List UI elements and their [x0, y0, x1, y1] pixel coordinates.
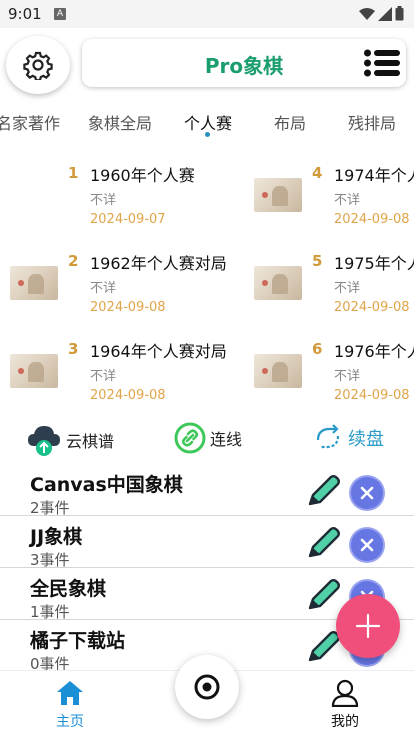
signal-icon: [378, 6, 392, 21]
settings-button[interactable]: [6, 36, 70, 94]
game-card[interactable]: 1 1960年个人赛 不详 2024-09-07: [0, 150, 200, 234]
target-icon: [194, 674, 220, 700]
center-action-button[interactable]: [175, 655, 239, 719]
game-index: 4: [312, 164, 323, 182]
connect-button[interactable]: 连线: [174, 422, 242, 454]
game-date: 2024-09-08: [90, 388, 166, 403]
game-date: 2024-09-08: [334, 388, 410, 403]
active-tab-indicator: [205, 132, 210, 137]
game-index: 1: [68, 164, 79, 182]
delete-button[interactable]: [351, 477, 383, 509]
game-date: 2024-09-07: [90, 212, 166, 227]
close-icon: [360, 486, 374, 500]
title-bar: Pro象棋: [82, 39, 406, 87]
game-thumbnail: [254, 266, 302, 300]
game-card[interactable]: 5 1975年个人赛 不详 2024-09-08: [244, 238, 414, 322]
wifi-icon: [359, 7, 375, 20]
source-name: 橘子下载站: [30, 630, 126, 652]
game-index: 3: [68, 340, 79, 358]
game-card[interactable]: 4 1974年个人赛 不详 2024-09-08: [244, 150, 414, 234]
nav-profile-label: 我的: [331, 714, 359, 730]
nav-home[interactable]: 主页: [40, 679, 100, 731]
status-bar: 9:01 A: [0, 0, 414, 28]
close-icon: [360, 538, 374, 552]
pencil-icon[interactable]: [306, 578, 342, 612]
tab-full-games[interactable]: 象棋全局: [88, 110, 152, 134]
pencil-icon[interactable]: [306, 474, 342, 508]
cloud-records-label: 云棋谱: [66, 432, 115, 451]
game-thumbnail: [10, 354, 58, 388]
home-icon: [57, 681, 83, 705]
game-title: 1960年个人赛: [90, 166, 195, 185]
list-menu-icon[interactable]: [364, 49, 400, 77]
tab-opening[interactable]: 布局: [274, 110, 306, 134]
tab-individual[interactable]: 个人赛: [184, 110, 232, 134]
app-title: Pro象棋: [204, 54, 284, 78]
game-index: 2: [68, 252, 79, 270]
game-title: 1974年个人赛: [334, 166, 414, 185]
continue-game-button[interactable]: 续盘: [312, 422, 384, 454]
tab-endgame[interactable]: 残排局: [348, 110, 396, 134]
game-author: 不详: [334, 369, 361, 384]
game-title: 1975年个人赛: [334, 254, 414, 273]
game-author: 不详: [334, 281, 361, 296]
game-card[interactable]: 3 1964年个人赛对局 不详 2024-09-08: [0, 326, 227, 410]
status-time: 9:01: [8, 5, 42, 23]
tab-famous-works[interactable]: 名家著作: [0, 110, 60, 134]
user-icon: [331, 679, 359, 708]
source-name: Canvas中国象棋: [30, 474, 183, 496]
status-icons: [359, 6, 404, 21]
event-count: 1事件: [30, 603, 70, 621]
game-date: 2024-09-08: [90, 300, 166, 315]
game-card[interactable]: 6 1976年个人赛 不详 2024-09-08: [244, 326, 414, 410]
game-index: 6: [312, 340, 323, 358]
nav-home-label: 主页: [56, 714, 84, 730]
game-thumbnail: [254, 354, 302, 388]
game-author: 不详: [90, 281, 117, 296]
game-author: 不详: [90, 193, 117, 208]
nav-profile[interactable]: 我的: [315, 679, 375, 731]
game-grid: 1 1960年个人赛 不详 2024-09-07 2 1962年个人赛对局 不详…: [0, 150, 414, 415]
game-card[interactable]: 2 1962年个人赛对局 不详 2024-09-08: [0, 238, 227, 322]
battery-icon: [395, 6, 404, 21]
game-index: 5: [312, 252, 323, 270]
list-item[interactable]: Canvas中国象棋 2事件: [0, 464, 414, 517]
event-count: 0事件: [30, 655, 70, 670]
link-icon: [174, 422, 206, 454]
list-item[interactable]: JJ象棋 3事件: [0, 516, 414, 569]
event-count: 2事件: [30, 499, 70, 517]
cloud-records-button[interactable]: 云棋谱: [26, 422, 114, 458]
top-bar: Pro象棋: [0, 28, 414, 100]
cloud-upload-icon: [28, 426, 60, 456]
notification-icon: A: [54, 8, 66, 20]
gear-icon: [23, 51, 53, 80]
event-count: 3事件: [30, 551, 70, 569]
refresh-icon: [316, 424, 340, 449]
game-thumbnail: [254, 178, 302, 212]
connect-label: 连线: [210, 430, 243, 449]
game-title: 1962年个人赛对局: [90, 254, 227, 273]
delete-button[interactable]: [351, 529, 383, 561]
game-title: 1976年个人赛: [334, 342, 414, 361]
pencil-icon[interactable]: [306, 526, 342, 560]
game-author: 不详: [334, 193, 361, 208]
game-thumbnail: [10, 266, 58, 300]
continue-game-label: 续盘: [348, 429, 384, 450]
game-author: 不详: [90, 369, 117, 384]
source-name: 全民象棋: [30, 578, 107, 600]
add-button[interactable]: [336, 594, 400, 658]
source-name: JJ象棋: [30, 526, 83, 548]
game-date: 2024-09-08: [334, 212, 410, 227]
game-date: 2024-09-08: [334, 300, 410, 315]
plus-icon: [355, 613, 381, 639]
action-row: 云棋谱 连线 续盘: [0, 418, 414, 460]
game-title: 1964年个人赛对局: [90, 342, 227, 361]
